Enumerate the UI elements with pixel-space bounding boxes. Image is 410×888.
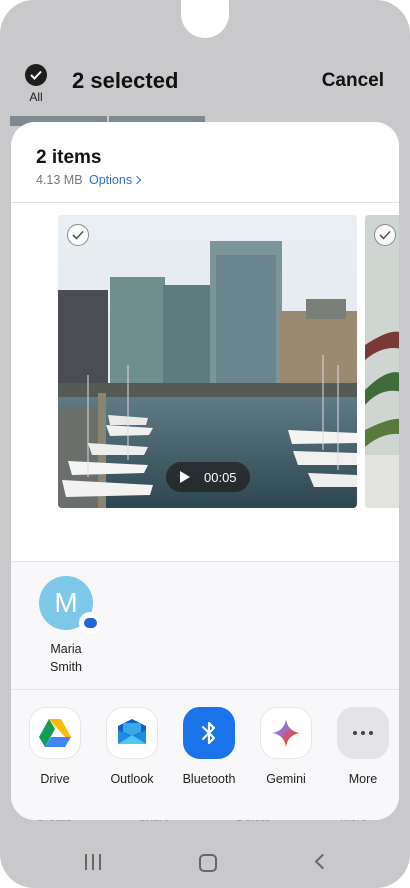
navigation-bar <box>0 840 410 884</box>
checkmark-icon <box>72 230 84 240</box>
chevron-right-icon <box>132 175 142 185</box>
suggested-contacts: M Maria Smith <box>11 562 399 689</box>
plant-photo <box>365 215 399 508</box>
app-label: Drive <box>40 772 70 786</box>
select-all-label: All <box>29 90 43 104</box>
checkmark-icon <box>30 70 42 80</box>
share-sheet: 2 items 4.13 MB Options 00:05 M Maria Sm… <box>11 122 399 820</box>
app-label: More <box>348 772 378 786</box>
second-item-thumbnail[interactable] <box>365 215 399 508</box>
media-preview-carousel[interactable]: 00:05 <box>11 203 399 561</box>
share-target-drive[interactable]: Drive <box>19 707 91 786</box>
share-target-more[interactable]: More <box>327 707 399 786</box>
contact-last-name: Smith <box>50 660 82 674</box>
select-all-checkbox[interactable] <box>25 64 47 86</box>
avatar: M <box>39 576 101 634</box>
google-drive-icon <box>29 707 81 759</box>
camera-notch <box>181 0 229 38</box>
video-thumbnail[interactable]: 00:05 <box>58 215 357 508</box>
more-dots-icon <box>337 707 389 759</box>
app-label: Bluetooth <box>182 772 236 786</box>
phone-screen: All 2 selected Cancel Create Share Delet… <box>0 0 410 888</box>
play-icon <box>180 471 190 483</box>
outlook-icon <box>106 707 158 759</box>
cancel-button[interactable]: Cancel <box>322 70 384 92</box>
second-item-checkbox[interactable] <box>374 224 396 246</box>
share-target-outlook[interactable]: Outlook <box>96 707 168 786</box>
video-duration: 00:05 <box>204 469 237 485</box>
contact-name: Maria Smith <box>33 640 99 676</box>
home-icon[interactable] <box>199 854 217 872</box>
play-button[interactable]: 00:05 <box>166 462 250 492</box>
bluetooth-icon <box>183 707 235 759</box>
options-link[interactable]: Options <box>89 173 142 187</box>
item-count-title: 2 items <box>36 147 102 168</box>
share-target-bluetooth[interactable]: Bluetooth <box>173 707 245 786</box>
checkmark-icon <box>379 230 391 240</box>
video-select-checkbox[interactable] <box>67 224 89 246</box>
contact-maria-smith[interactable]: M Maria Smith <box>33 576 101 676</box>
recents-icon[interactable] <box>85 854 101 870</box>
contact-first-name: Maria <box>50 642 82 656</box>
app-label: Gemini <box>266 772 306 786</box>
total-size: 4.13 MB <box>36 173 83 187</box>
messages-icon <box>79 612 101 634</box>
share-target-gemini[interactable]: Gemini <box>250 707 322 786</box>
app-label: Outlook <box>110 772 154 786</box>
selection-count-title: 2 selected <box>72 68 179 93</box>
selection-toolbar: All 2 selected Cancel <box>0 58 410 108</box>
options-label: Options <box>89 173 133 187</box>
back-icon[interactable] <box>314 853 331 870</box>
avatar-initial: M <box>54 587 78 618</box>
share-sheet-header: 2 items 4.13 MB Options <box>11 122 399 202</box>
gemini-icon <box>260 707 312 759</box>
share-app-row: Drive Outlook Bluetooth Gemini More <box>11 690 399 820</box>
